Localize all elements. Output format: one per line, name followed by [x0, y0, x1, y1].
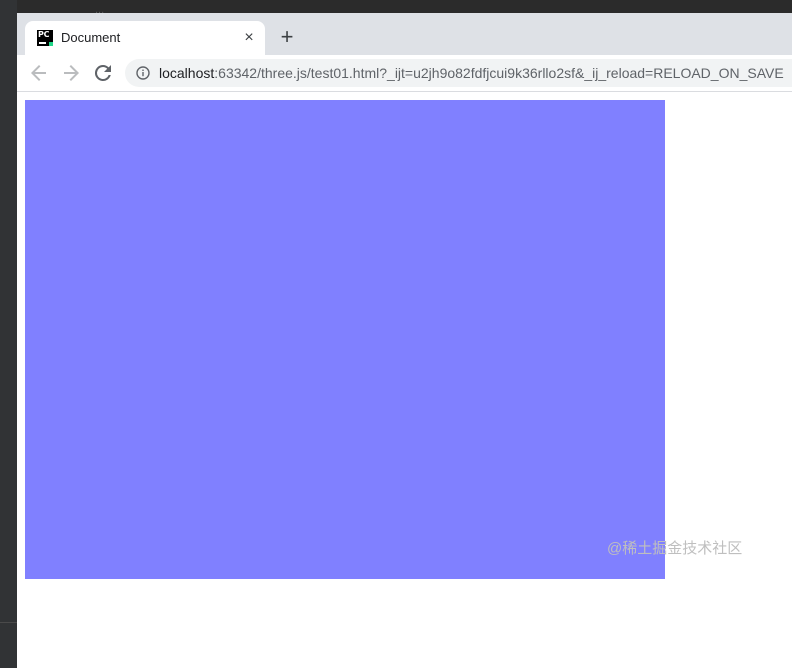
tab-close-icon[interactable]: × [239, 28, 259, 48]
editor-left-strip [0, 0, 17, 668]
favicon-text: PC [38, 30, 50, 39]
reload-icon [94, 64, 111, 81]
pycharm-favicon-icon: PC [37, 30, 53, 46]
address-bar[interactable]: localhost:63342/three.js/test01.html?_ij… [125, 59, 792, 87]
url-host: localhost [159, 65, 215, 81]
tab-strip: PC Document × + [17, 13, 792, 55]
forward-button[interactable] [59, 61, 83, 85]
favicon-corner [49, 42, 53, 46]
url-path: :63342/three.js/test01.html?_ijt=u2jh9o8… [214, 65, 784, 81]
page-viewport [17, 92, 792, 668]
new-tab-button[interactable]: + [275, 25, 299, 49]
browser-window: PC Document × + localhost:63342/three.js… [17, 13, 792, 668]
info-icon[interactable] [136, 66, 150, 80]
url-text: localhost:63342/three.js/test01.html?_ij… [159, 65, 784, 81]
tab-title: Document [61, 30, 121, 45]
editor-divider [0, 622, 17, 623]
reload-button[interactable] [91, 61, 115, 85]
favicon-underline [39, 42, 46, 44]
browser-toolbar: localhost:63342/three.js/test01.html?_ij… [17, 55, 792, 92]
tab-document[interactable]: PC Document × [25, 21, 265, 55]
webgl-canvas[interactable] [25, 100, 665, 579]
watermark: @稀土掘金技术社区 [607, 540, 743, 557]
back-button[interactable] [27, 61, 51, 85]
arrow-right-icon [64, 65, 79, 81]
arrow-left-icon [31, 65, 46, 81]
